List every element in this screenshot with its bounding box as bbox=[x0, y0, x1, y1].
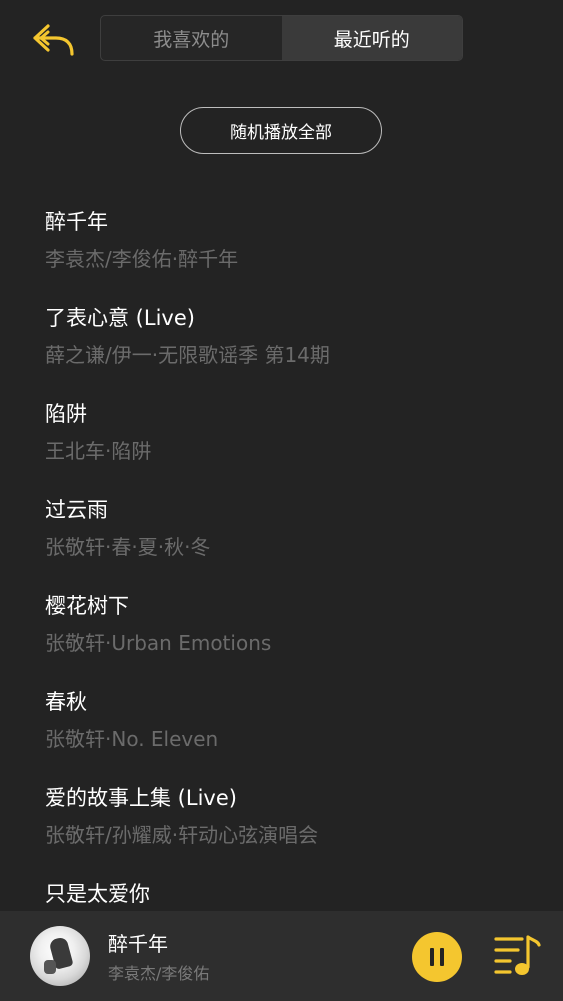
back-button[interactable] bbox=[30, 20, 78, 60]
song-title: 樱花树下 bbox=[45, 594, 129, 618]
now-playing-artist: 李袁杰/李俊佑 bbox=[108, 964, 210, 983]
song-subtitle: 薛之谦/伊一·无限歌谣季 第14期 bbox=[45, 343, 330, 367]
song-title: 陷阱 bbox=[45, 402, 87, 426]
pause-icon bbox=[430, 948, 444, 966]
song-item[interactable]: 春秋 张敬轩·No. Eleven bbox=[0, 676, 563, 772]
song-item[interactable]: 过云雨 张敬轩·春·夏·秋·冬 bbox=[0, 484, 563, 580]
tab-favorites[interactable]: 我喜欢的 bbox=[101, 16, 282, 60]
song-title: 醉千年 bbox=[45, 210, 108, 234]
tab-recent[interactable]: 最近听的 bbox=[281, 16, 462, 60]
album-cover[interactable] bbox=[30, 926, 90, 986]
back-arrow-icon bbox=[33, 24, 74, 56]
now-playing-title: 醉千年 bbox=[108, 932, 168, 956]
song-title: 只是太爱你 bbox=[45, 882, 150, 906]
song-item[interactable]: 醉千年 李袁杰/李俊佑·醉千年 bbox=[0, 196, 563, 292]
mini-player[interactable]: 醉千年 李袁杰/李俊佑 bbox=[0, 911, 563, 1001]
song-title: 了表心意 (Live) bbox=[45, 306, 195, 330]
song-subtitle: 张敬轩·No. Eleven bbox=[45, 727, 219, 751]
tab-switcher: 我喜欢的 最近听的 bbox=[100, 15, 463, 61]
playlist-music-icon bbox=[494, 935, 541, 975]
playlist-button[interactable] bbox=[492, 931, 544, 981]
song-subtitle: 张敬轩/孙耀威·轩动心弦演唱会 bbox=[45, 823, 319, 847]
song-item[interactable]: 只是太爱你 bbox=[0, 868, 563, 911]
song-item[interactable]: 樱花树下 张敬轩·Urban Emotions bbox=[0, 580, 563, 676]
song-title: 春秋 bbox=[45, 690, 87, 714]
shuffle-all-button[interactable]: 随机播放全部 bbox=[180, 107, 382, 154]
song-subtitle: 张敬轩·春·夏·秋·冬 bbox=[45, 535, 211, 559]
song-item[interactable]: 陷阱 王北车·陷阱 bbox=[0, 388, 563, 484]
song-title: 过云雨 bbox=[45, 498, 108, 522]
song-subtitle: 张敬轩·Urban Emotions bbox=[45, 631, 272, 655]
song-list: 醉千年 李袁杰/李俊佑·醉千年 了表心意 (Live) 薛之谦/伊一·无限歌谣季… bbox=[0, 196, 563, 911]
song-item[interactable]: 爱的故事上集 (Live) 张敬轩/孙耀威·轩动心弦演唱会 bbox=[0, 772, 563, 868]
song-title: 爱的故事上集 (Live) bbox=[45, 786, 237, 810]
song-subtitle: 王北车·陷阱 bbox=[45, 439, 152, 463]
pause-button[interactable] bbox=[412, 932, 462, 982]
song-subtitle: 李袁杰/李俊佑·醉千年 bbox=[45, 247, 239, 271]
song-item[interactable]: 了表心意 (Live) 薛之谦/伊一·无限歌谣季 第14期 bbox=[0, 292, 563, 388]
